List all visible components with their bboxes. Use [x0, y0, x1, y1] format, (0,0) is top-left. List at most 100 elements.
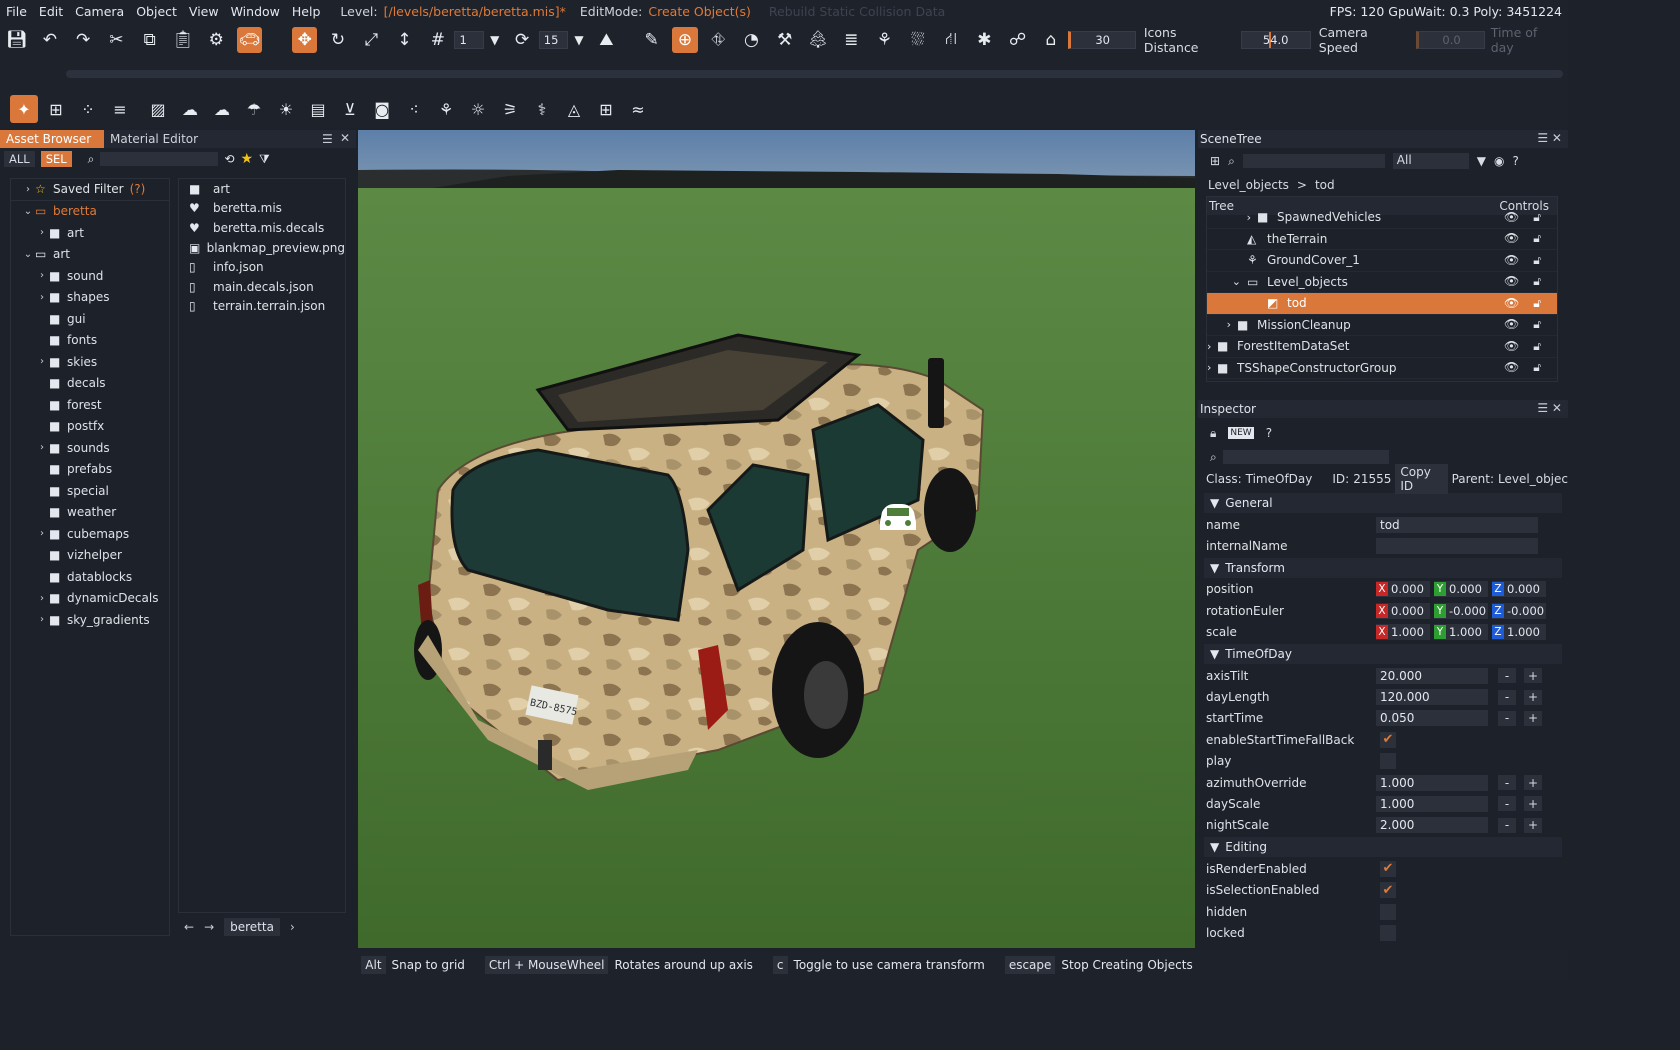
copy-icon[interactable]: ⧉	[137, 27, 162, 53]
tree-item[interactable]: ■ vizhelper	[11, 545, 169, 567]
scene-filter-select[interactable]: All	[1392, 153, 1469, 169]
y-field[interactable]: Y -0.000	[1434, 602, 1488, 619]
signal-icon[interactable]: ◉	[1494, 154, 1504, 168]
increment-button[interactable]: +	[1524, 689, 1542, 705]
decrement-button[interactable]: -	[1498, 796, 1516, 812]
property-value-input[interactable]: 2.000	[1376, 817, 1488, 834]
road-tool-icon[interactable]: ⛗	[706, 27, 731, 53]
eye-icon[interactable]: 👁︎	[1504, 360, 1519, 375]
rebuild-collision-button[interactable]: Rebuild Static Collision Data	[769, 4, 945, 19]
groundcover-icon[interactable]: ⚘	[872, 27, 897, 53]
copy-id-button[interactable]: Copy ID	[1395, 464, 1448, 494]
prefab-icon[interactable]: ⌂	[1038, 27, 1063, 53]
file-item[interactable]: ▯ main.decals.json	[179, 277, 345, 297]
property-value-input[interactable]: 1.000	[1376, 774, 1488, 791]
filter-sel-button[interactable]: SEL	[40, 151, 72, 167]
create-object-icon[interactable]: ⊕	[672, 27, 698, 53]
tab-asset-browser[interactable]: Asset Browser	[0, 130, 104, 148]
forward-arrow-icon[interactable]: →	[204, 920, 214, 934]
water-plane-icon[interactable]: ▤	[304, 95, 332, 123]
breadcrumb-leaf[interactable]: tod	[1315, 178, 1335, 192]
chevron-right-icon[interactable]: ›	[1207, 211, 1257, 224]
tree-item[interactable]: ■ gui	[11, 308, 169, 330]
eye-icon[interactable]: 👁︎	[1504, 317, 1519, 332]
file-item[interactable]: ■ art	[179, 179, 345, 199]
chevron-right-icon[interactable]: ›	[35, 528, 49, 539]
asset-search-input[interactable]	[100, 152, 219, 166]
filter-all-button[interactable]: ALL	[4, 151, 35, 167]
chevron-right-icon[interactable]: ›	[35, 227, 49, 238]
grid-snap-icon[interactable]: #	[425, 27, 450, 53]
property-value-input[interactable]: tod	[1376, 516, 1538, 533]
undo-icon[interactable]: ↶	[37, 27, 62, 53]
breadcrumb-root[interactable]: Level_objects	[1208, 178, 1289, 192]
checkbox[interactable]: ✔	[1380, 860, 1396, 877]
tree-item[interactable]: › ■ sky_gradients	[11, 609, 169, 631]
file-item[interactable]: ♥ beretta.mis.decals	[179, 218, 345, 238]
section-transform[interactable]: ▼ Transform	[1204, 557, 1562, 578]
scene-tree-row[interactable]: ◩ tod 👁︎ 🔓︎	[1207, 293, 1557, 315]
weather-icon[interactable]: ☂	[240, 95, 268, 123]
snap-height-icon[interactable]: ↕	[392, 27, 417, 53]
triangle-down-icon[interactable]: ▼	[1210, 561, 1219, 575]
scene-tree-row[interactable]: ⚘ GroundCover_1 👁︎ 🔓︎	[1207, 250, 1557, 272]
current-folder-crumb[interactable]: beretta	[224, 918, 280, 936]
tree-item[interactable]: › ■ dynamicDecals	[11, 588, 169, 610]
section-timeofday[interactable]: ▼ TimeOfDay	[1204, 643, 1562, 664]
increment-button[interactable]: +	[1524, 668, 1542, 684]
chevron-down-icon[interactable]: ⌄	[21, 249, 35, 260]
menu-help[interactable]: Help	[286, 4, 327, 19]
tree-item[interactable]: ■ prefabs	[11, 459, 169, 481]
translate-tool-icon[interactable]: ✥	[292, 27, 318, 53]
tree-item[interactable]: ■ forest	[11, 394, 169, 416]
scene-tree-row[interactable]: › ■ TSShapeConstructorGroup 👁︎ 🔓︎	[1207, 358, 1557, 379]
rotate-snap-input[interactable]: 15	[538, 31, 569, 49]
tab-material-editor[interactable]: Material Editor	[104, 130, 204, 148]
menu-object[interactable]: Object	[130, 4, 183, 19]
property-value-input[interactable]: 1.000	[1376, 795, 1488, 812]
chevron-down-icon[interactable]: ▼	[1477, 154, 1486, 168]
lock-icon[interactable]: 🔓︎	[1533, 231, 1541, 246]
cloud-layer-icon[interactable]: ☁	[176, 95, 204, 123]
checkbox[interactable]	[1380, 903, 1396, 920]
water-block-icon[interactable]: ⊻	[336, 95, 364, 123]
file-item[interactable]: ♥ beretta.mis	[179, 199, 345, 219]
lock-icon[interactable]: 🔓︎	[1533, 274, 1541, 289]
lock-icon[interactable]: 🔓︎	[1533, 210, 1541, 225]
3d-viewport[interactable]: BZD-8575	[358, 130, 1195, 948]
menu-camera[interactable]: Camera	[69, 4, 130, 19]
tree-item[interactable]: › ■ skies	[11, 351, 169, 373]
x-field[interactable]: X 1.000	[1376, 624, 1430, 641]
new-icon[interactable]: NEW	[1228, 427, 1254, 439]
triangle-down-icon[interactable]: ▼	[1210, 840, 1219, 854]
triangle-down-icon[interactable]: ▼	[1210, 496, 1219, 510]
chevron-right-icon[interactable]: ›	[35, 614, 49, 625]
z-field[interactable]: Z -0.000	[1492, 602, 1546, 619]
decrement-button[interactable]: -	[1498, 668, 1516, 684]
chevron-right-icon[interactable]: ›	[1207, 318, 1237, 331]
eye-icon[interactable]: 👁︎	[1504, 296, 1519, 311]
y-field[interactable]: Y 0.000	[1434, 581, 1488, 598]
help-icon[interactable]: ?	[1513, 154, 1519, 168]
toolbar-scrollbar[interactable]	[66, 70, 1563, 78]
panel-controls-icon[interactable]: ☰ ✕	[1537, 401, 1562, 415]
chevron-right-icon[interactable]: ›	[35, 356, 49, 367]
checkbox[interactable]	[1380, 924, 1396, 941]
tree-item[interactable]: › ■ cubemaps	[11, 523, 169, 545]
forest-icon[interactable]: 🌲︎	[805, 27, 830, 53]
chevron-right-icon[interactable]: ›	[21, 184, 35, 195]
checkbox[interactable]	[1380, 753, 1396, 770]
tree-item[interactable]: ■ datablocks	[11, 566, 169, 588]
add-object-icon[interactable]: ⊞	[42, 95, 70, 123]
x-field[interactable]: X 0.000	[1376, 581, 1430, 598]
navigation-icon[interactable]: ☍	[1005, 27, 1030, 53]
help-icon[interactable]: ?	[1266, 426, 1272, 440]
property-value-input[interactable]	[1376, 538, 1538, 555]
terrain-block-icon[interactable]: ◬	[560, 95, 588, 123]
increment-button[interactable]: +	[1524, 775, 1542, 791]
decrement-button[interactable]: -	[1498, 710, 1516, 726]
paste-icon[interactable]: 📋︎	[170, 27, 195, 53]
vehicle-spawn-icon[interactable]	[880, 504, 916, 530]
lock-icon[interactable]: 🔓︎	[1533, 253, 1541, 268]
eye-icon[interactable]: 👁︎	[1504, 274, 1519, 289]
